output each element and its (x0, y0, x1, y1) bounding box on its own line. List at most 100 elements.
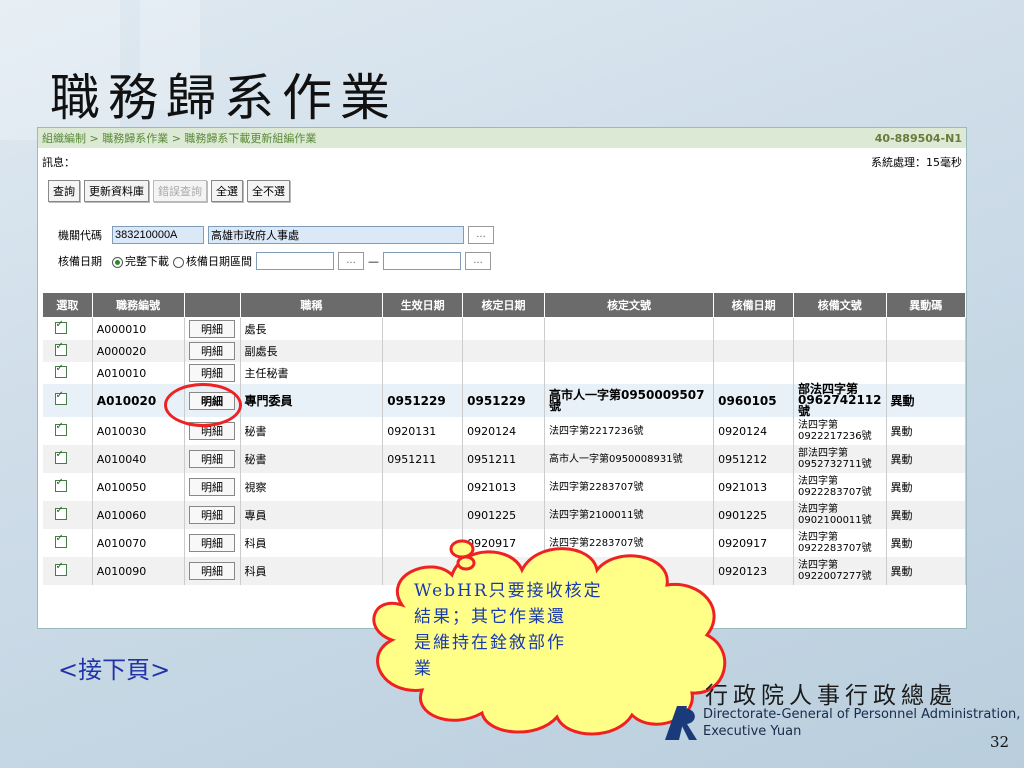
detail-cell: 明細 (184, 557, 241, 585)
recorded-date (713, 340, 795, 362)
next-page-link[interactable]: <接下頁> (58, 650, 170, 685)
job-title: 專員 (240, 501, 384, 529)
query-button[interactable]: 查詢 (48, 180, 80, 202)
org-code-input[interactable] (112, 226, 204, 244)
detail-button[interactable]: 明細 (189, 342, 236, 360)
recorded-doc-no: 部法四字第0962742112號 (793, 383, 887, 417)
detail-cell: 明細 (184, 529, 241, 557)
function-code: 40-889504-N1 (874, 131, 962, 145)
approved-doc-no: 法四字第2100011號 (544, 501, 715, 529)
date-to-picker-button[interactable]: ... (465, 252, 491, 270)
agency-name-en-line: Executive Yuan (703, 724, 802, 739)
breadcrumb[interactable]: 組織編制 > 職務歸系作業 > 職務歸系下載更新組編作業 (42, 130, 316, 146)
row-checkbox[interactable] (42, 557, 93, 585)
detail-cell: 明細 (184, 340, 241, 362)
effective-date (382, 317, 464, 340)
change-code (886, 362, 966, 384)
row-checkbox[interactable] (42, 362, 93, 384)
detail-button[interactable]: 明細 (189, 478, 236, 496)
callout-line: 是維持在銓敘部作 (414, 633, 566, 653)
org-lookup-button[interactable]: ... (468, 226, 494, 244)
approved-doc-no (544, 362, 715, 384)
effective-date (382, 473, 464, 501)
update-database-button[interactable]: 更新資料庫 (84, 180, 149, 202)
effective-date: 0951229 (382, 384, 464, 417)
approved-doc-no: 法四字第2217236號 (544, 417, 715, 445)
row-checkbox[interactable] (42, 473, 93, 501)
detail-button[interactable]: 明細 (189, 364, 236, 382)
change-code: 異動 (886, 417, 966, 445)
approved-date: 0951229 (462, 384, 545, 417)
table-row[interactable]: A010050明細視察0921013法四字第2283707號0921013法四字… (42, 473, 966, 501)
job-title: 視察 (240, 473, 384, 501)
change-code: 異動 (886, 384, 966, 417)
detail-button[interactable]: 明細 (189, 450, 236, 468)
message-row: 訊息： 系統處理：15毫秒 (38, 148, 966, 172)
detail-cell: 明細 (184, 362, 241, 384)
job-number: A010030 (92, 417, 185, 445)
agency-name-en: Directorate-General of Personnel Adminis… (703, 706, 1020, 740)
change-code: 異動 (886, 529, 966, 557)
row-checkbox[interactable] (42, 317, 93, 340)
recorded-doc-no: 法四字第0922217236號 (793, 417, 887, 445)
job-number: A010060 (92, 501, 185, 529)
callout-line: WebHR只要接收核定 (414, 581, 603, 601)
change-code (886, 317, 966, 340)
col-header-effective-date: 生效日期 (382, 292, 464, 318)
date-range-radio[interactable]: 核備日期區間 (173, 253, 252, 269)
approved-doc-no (544, 317, 715, 340)
effective-date: 0920131 (382, 417, 464, 445)
row-checkbox[interactable] (42, 384, 93, 417)
checkbox-checked-icon (54, 341, 67, 356)
detail-cell: 明細 (184, 473, 241, 501)
job-title: 秘書 (240, 417, 384, 445)
detail-button[interactable]: 明細 (189, 320, 236, 338)
job-number: A000010 (92, 317, 185, 340)
date-to-input[interactable] (383, 252, 461, 270)
full-download-radio[interactable]: 完整下載 (112, 253, 169, 269)
job-title: 主任秘書 (240, 362, 384, 384)
agency-logo-icon (665, 706, 697, 740)
checkbox-checked-icon (54, 561, 67, 576)
table-row[interactable]: A010010明細主任秘書 (42, 362, 966, 384)
approved-date (462, 317, 545, 340)
recorded-date (713, 317, 795, 340)
effective-date (382, 340, 464, 362)
select-all-button[interactable]: 全選 (211, 180, 243, 202)
org-code-row: 機關代碼 ... (58, 226, 494, 244)
col-header-recorded-doc-no: 核備文號 (793, 292, 887, 318)
job-number: A010010 (92, 362, 185, 384)
row-checkbox[interactable] (42, 501, 93, 529)
table-row[interactable]: A000020明細副處長 (42, 340, 966, 362)
recorded-doc-no (793, 317, 887, 340)
select-none-button[interactable]: 全不選 (247, 180, 290, 202)
page-number: 32 (990, 733, 1010, 751)
checkbox-checked-icon (54, 319, 67, 334)
detail-button[interactable]: 明細 (189, 506, 236, 524)
col-header-detail (183, 292, 241, 318)
table-row[interactable]: A010060明細專員0901225法四字第2100011號0901225法四字… (42, 501, 966, 529)
job-title: 副處長 (240, 340, 384, 362)
table-row[interactable]: A000010明細處長 (42, 317, 966, 340)
checkbox-checked-icon (54, 390, 67, 405)
row-checkbox[interactable] (42, 529, 93, 557)
effective-date: 0951211 (382, 445, 464, 473)
date-from-input[interactable] (256, 252, 334, 270)
org-name-input[interactable] (208, 226, 464, 244)
job-title: 處長 (240, 317, 384, 340)
detail-button[interactable]: 明細 (189, 534, 236, 552)
approved-doc-no: 高市人一字第0950009507號 (544, 384, 715, 417)
job-number: A000020 (92, 340, 185, 362)
approved-date: 0951211 (462, 445, 545, 473)
table-row[interactable]: A010040明細秘書09512110951211高市人一字第095000893… (42, 445, 966, 473)
error-query-button[interactable]: 錯誤查詢 (153, 180, 207, 202)
recorded-date: 0960105 (713, 384, 795, 417)
row-checkbox[interactable] (42, 340, 93, 362)
detail-button[interactable]: 明細 (189, 562, 236, 580)
row-checkbox[interactable] (42, 445, 93, 473)
row-checkbox[interactable] (42, 417, 93, 445)
approved-doc-no: 高市人一字第0950008931號 (544, 445, 715, 473)
date-from-picker-button[interactable]: ... (338, 252, 364, 270)
approved-date (462, 362, 545, 384)
col-header-change-code: 異動碼 (885, 292, 966, 318)
